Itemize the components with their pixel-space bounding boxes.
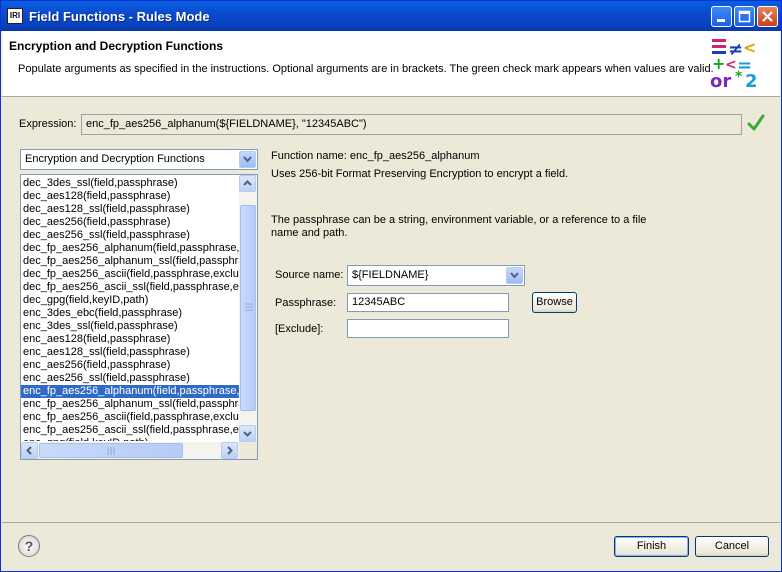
finish-button[interactable]: Finish	[614, 536, 689, 557]
exclude-label: [Exclude]:	[275, 323, 324, 335]
category-dropdown[interactable]: Encryption and Decryption Functions	[20, 149, 258, 170]
title-bar[interactable]: IRI Field Functions - Rules Mode	[1, 1, 781, 31]
scroll-left-button[interactable]	[21, 442, 38, 459]
passphrase-note: The passphrase can be a string, environm…	[271, 214, 647, 239]
grip-icon	[245, 303, 253, 311]
svg-text:2: 2	[745, 71, 758, 91]
function-list-item[interactable]: dec_fp_aes256_alphanum(field,passphrase,…	[21, 242, 239, 255]
function-list-item[interactable]: dec_aes256(field,passphrase)	[21, 216, 239, 229]
source-name-label: Source name:	[275, 269, 344, 281]
chevron-right-icon	[227, 446, 233, 455]
vertical-scrollbar[interactable]	[239, 175, 257, 442]
function-name-value: enc_fp_aes256_alphanum	[349, 150, 480, 162]
svg-text:*: *	[735, 69, 743, 85]
function-list-item[interactable]: dec_aes256_ssl(field,passphrase)	[21, 229, 239, 242]
source-name-dropdown[interactable]: ${FIELDNAME}	[347, 265, 525, 286]
function-list-item[interactable]: dec_gpg(field,keyID,path)	[21, 294, 239, 307]
green-check-icon	[747, 114, 765, 131]
grip-icon	[107, 447, 115, 455]
function-name-label: Function name:	[271, 150, 347, 162]
close-button[interactable]	[757, 6, 778, 27]
function-list-item[interactable]: dec_fp_aes256_alphanum_ssl(field,passphr…	[21, 255, 239, 268]
function-list-item[interactable]: dec_aes128(field,passphrase)	[21, 190, 239, 203]
maximize-button[interactable]	[734, 6, 755, 27]
function-list-item[interactable]: enc_gpg(field,keyID,path)	[21, 437, 239, 441]
scroll-right-button[interactable]	[221, 442, 238, 459]
category-dropdown-button[interactable]	[239, 151, 256, 168]
chevron-up-icon	[243, 180, 252, 186]
function-list-item[interactable]: dec_aes128_ssl(field,passphrase)	[21, 203, 239, 216]
function-list-item[interactable]: enc_aes256_ssl(field,passphrase)	[21, 372, 239, 385]
function-list-item[interactable]: enc_aes256(field,passphrase)	[21, 359, 239, 372]
exclude-input[interactable]	[347, 319, 509, 338]
scrollbar-corner	[239, 442, 257, 459]
passphrase-input[interactable]: 12345ABC	[347, 293, 509, 312]
function-list-item[interactable]: enc_3des_ebc(field,passphrase)	[21, 307, 239, 320]
source-name-value: ${FIELDNAME}	[352, 269, 429, 281]
field-functions-window: IRI Field Functions - Rules Mode Encrypt…	[0, 0, 782, 572]
help-button[interactable]: ?	[18, 535, 40, 557]
browse-button[interactable]: Browse	[532, 292, 577, 313]
header-description: Populate arguments as specified in the i…	[18, 63, 714, 75]
function-list-item[interactable]: enc_fp_aes256_alphanum_ssl(field,passphr…	[21, 398, 239, 411]
function-symbols-logo: ≠ < + < = or * 2	[710, 38, 758, 91]
minimize-button[interactable]	[711, 6, 732, 27]
function-list-item[interactable]: enc_fp_aes256_ascii(field,passphrase,exc…	[21, 411, 239, 424]
chevron-down-icon	[243, 431, 252, 437]
minimize-icon	[717, 19, 725, 22]
category-selected-value: Encryption and Decryption Functions	[25, 153, 205, 165]
close-icon	[762, 11, 773, 22]
passphrase-label: Passphrase:	[275, 297, 337, 309]
function-list-item[interactable]: enc_fp_aes256_ascii_ssl(field,passphrase…	[21, 424, 239, 437]
function-list-item[interactable]: dec_3des_ssl(field,passphrase)	[21, 177, 239, 190]
svg-text:or: or	[710, 71, 731, 91]
header-title: Encryption and Decryption Functions	[9, 39, 224, 53]
function-list-item[interactable]: enc_3des_ssl(field,passphrase)	[21, 320, 239, 333]
scroll-down-button[interactable]	[239, 425, 256, 442]
footer-separator	[2, 522, 780, 523]
chevron-down-icon	[510, 272, 519, 279]
source-dropdown-button[interactable]	[506, 267, 523, 284]
functions-list-items: dec_3des_ssl(field,passphrase) dec_aes128…	[21, 177, 239, 441]
dialog-header: Encryption and Decryption Functions Popu…	[2, 31, 780, 97]
horizontal-scrollbar[interactable]	[21, 442, 239, 459]
horizontal-scroll-thumb[interactable]	[39, 443, 183, 458]
vertical-scroll-thumb[interactable]	[240, 205, 256, 411]
function-description: Uses 256-bit Format Preserving Encryptio…	[271, 168, 569, 180]
function-name-row: Function name: enc_fp_aes256_alphanum	[271, 150, 480, 162]
cancel-button[interactable]: Cancel	[695, 536, 769, 557]
function-list-item[interactable]: dec_fp_aes256_ascii_ssl(field,passphrase…	[21, 281, 239, 294]
function-list-item[interactable]: enc_aes128(field,passphrase)	[21, 333, 239, 346]
expression-label: Expression:	[19, 118, 77, 130]
chevron-down-icon	[243, 156, 252, 163]
scroll-up-button[interactable]	[239, 175, 256, 192]
window-title: Field Functions - Rules Mode	[29, 9, 210, 24]
functions-listbox[interactable]: dec_3des_ssl(field,passphrase) dec_aes128…	[20, 174, 258, 460]
help-icon: ?	[24, 538, 34, 554]
function-list-item[interactable]: dec_fp_aes256_ascii(field,passphrase,exc…	[21, 268, 239, 281]
expression-field[interactable]: enc_fp_aes256_alphanum(${FIELDNAME}, "12…	[81, 114, 742, 135]
chevron-left-icon	[26, 446, 32, 455]
app-icon: IRI	[7, 8, 23, 24]
function-list-item[interactable]: enc_aes128_ssl(field,passphrase)	[21, 346, 239, 359]
maximize-icon	[738, 10, 751, 23]
function-list-item[interactable]: enc_fp_aes256_alphanum(field,passphrase,…	[21, 385, 239, 398]
